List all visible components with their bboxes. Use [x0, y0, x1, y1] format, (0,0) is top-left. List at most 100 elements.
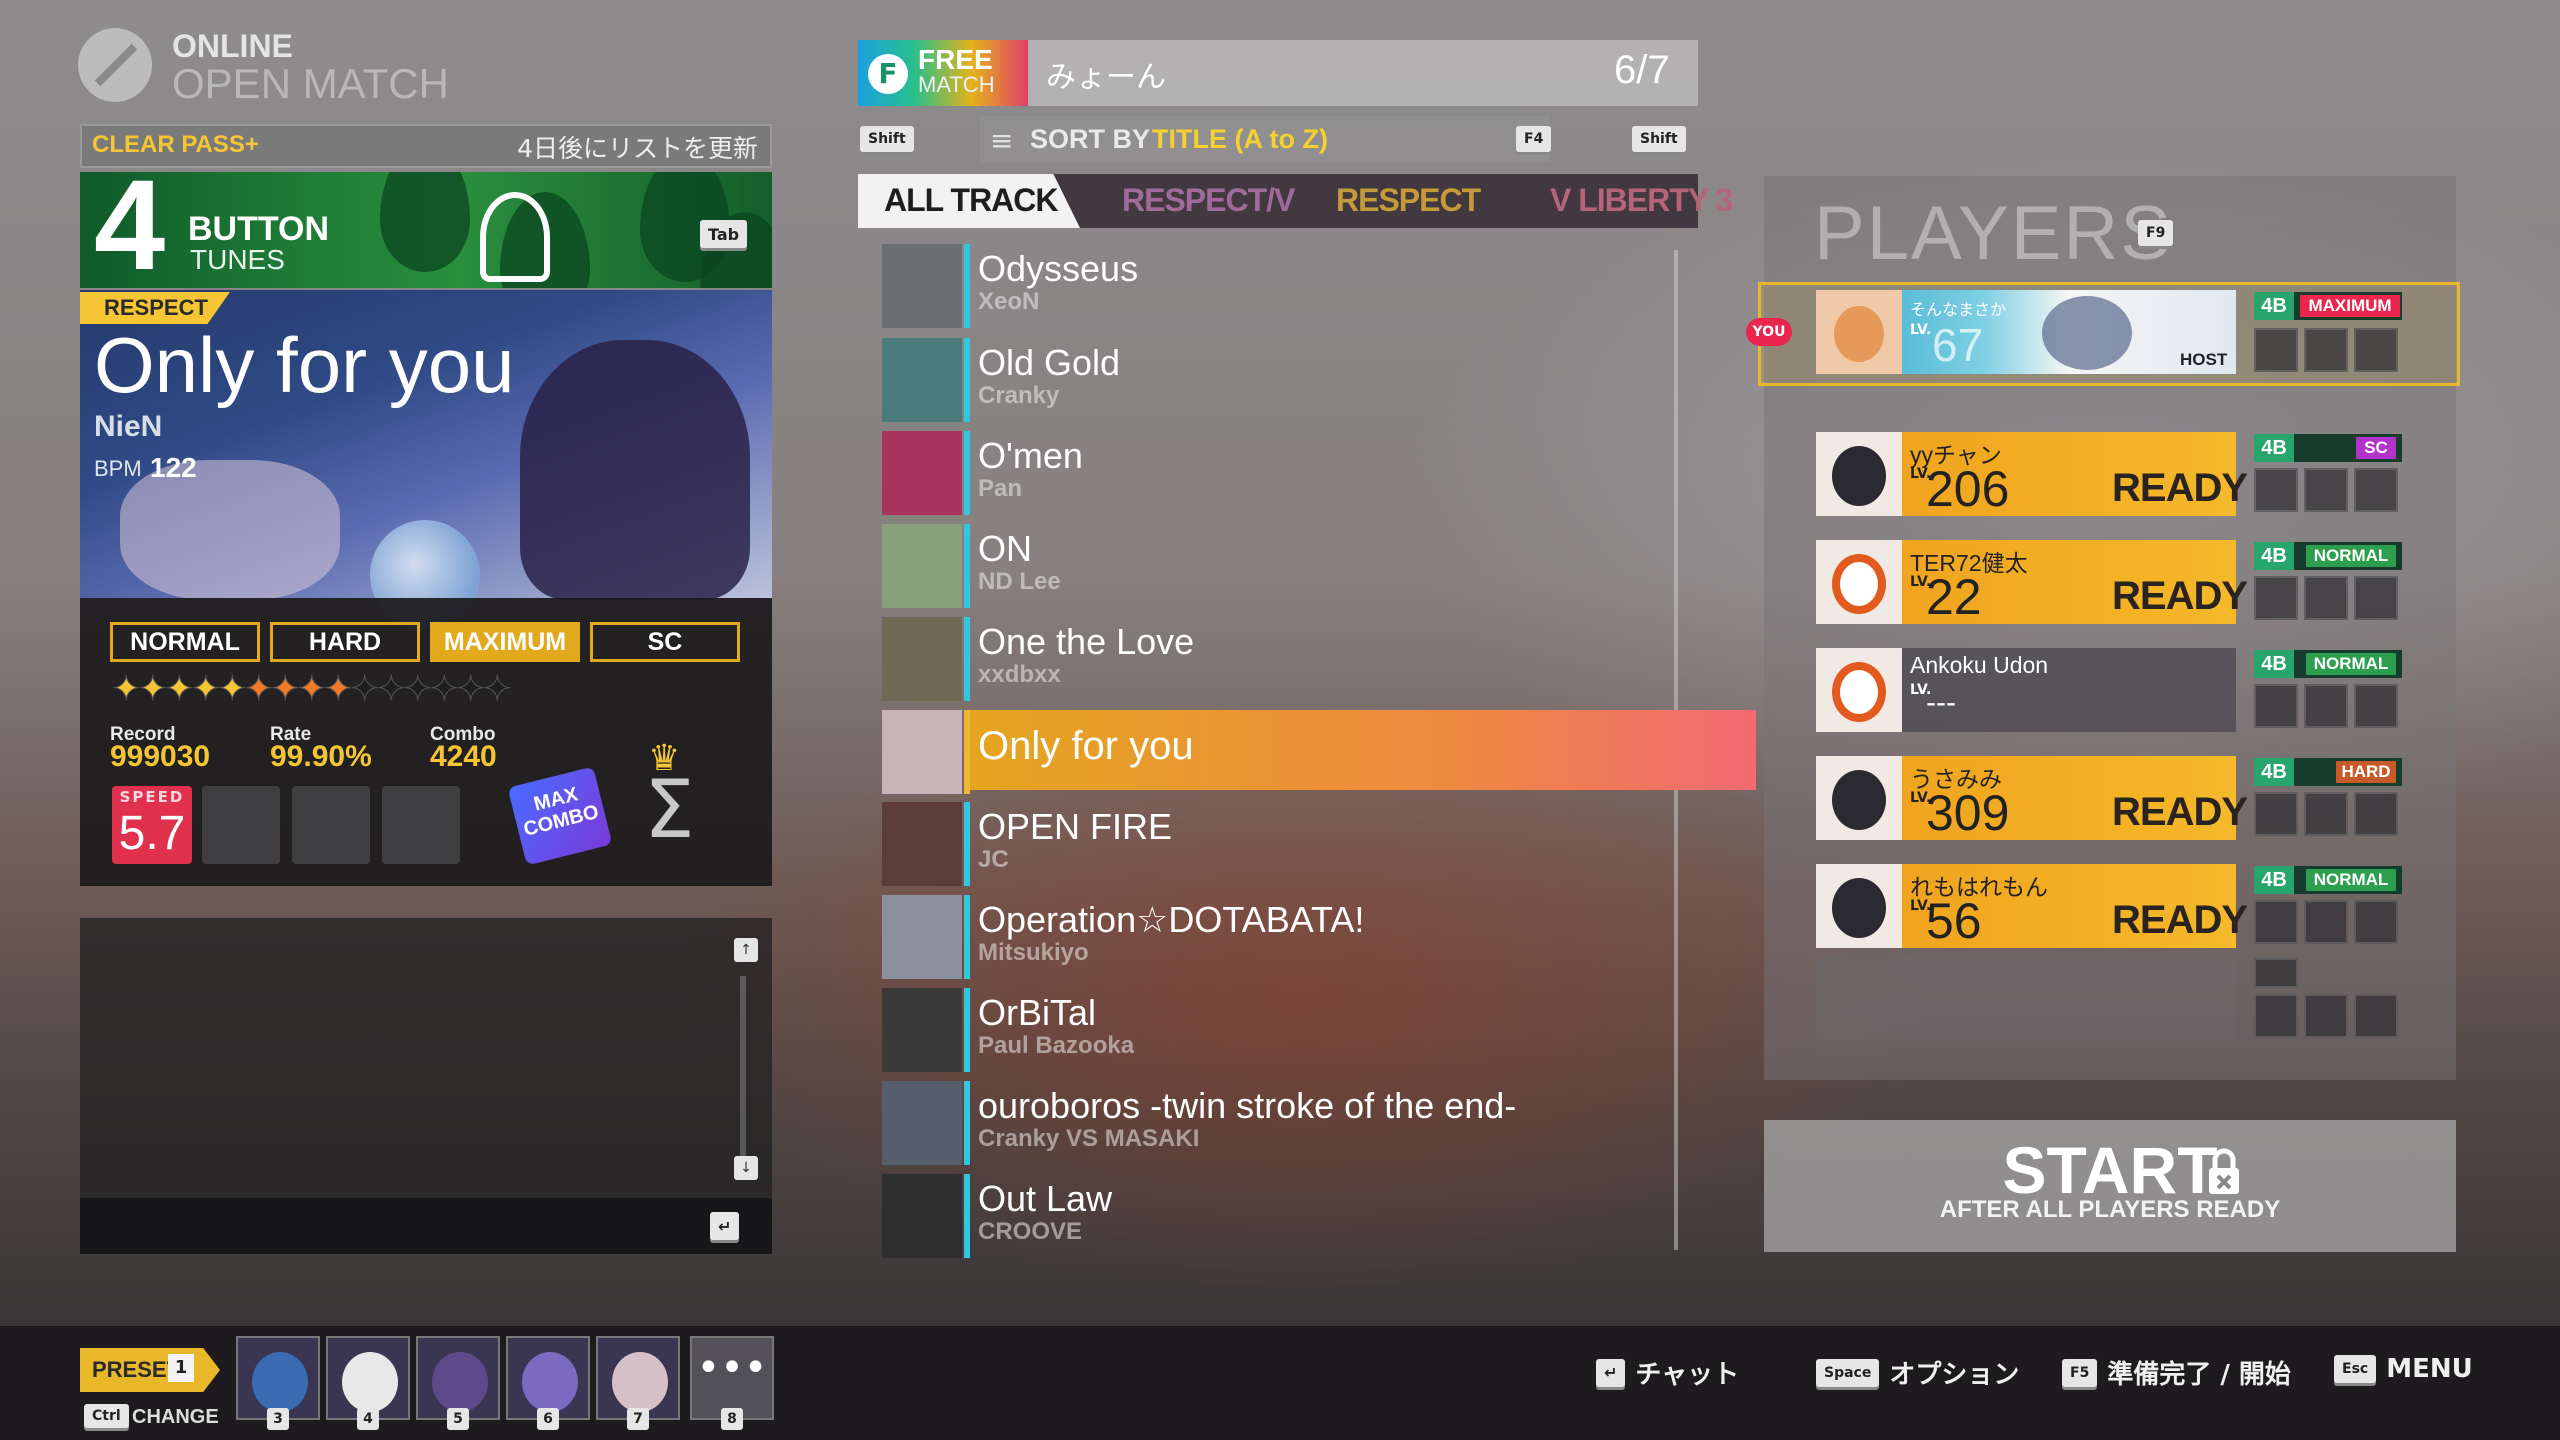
gear-slot[interactable]	[202, 786, 280, 864]
hint-menu-label: MENU	[2386, 1354, 2473, 1384]
gear-slot[interactable]	[292, 786, 370, 864]
player-gear-slot	[2254, 576, 2298, 620]
song-list-item[interactable]: Odysseus XeoN	[882, 244, 1672, 328]
player-row[interactable]: れもはれもん LV. 56 READY	[1816, 864, 2248, 948]
list-icon: ≡	[990, 124, 1014, 157]
player-gear-slot	[2304, 792, 2348, 836]
song-list-item[interactable]: ouroboros -twin stroke of the end- Cranky…	[882, 1081, 1672, 1165]
f9-key[interactable]: F9	[2138, 220, 2174, 246]
player-gear-slot	[2354, 468, 2398, 512]
song-list-item[interactable]: One the Love xxdbxx	[882, 617, 1672, 701]
preset-slot-number: 8	[721, 1408, 743, 1430]
song-accent-bar	[964, 617, 970, 701]
song-title: ouroboros -twin stroke of the end-	[978, 1085, 1517, 1126]
song-title: Odysseus	[978, 248, 1139, 289]
star-icon: ✦	[324, 669, 353, 709]
hint-chat-label: チャット	[1635, 1360, 1740, 1390]
empty-player-slot	[1816, 958, 2236, 1040]
player-gear-slot	[2254, 684, 2298, 728]
preset-number: 1	[168, 1354, 194, 1382]
chat-scrollbar[interactable]	[740, 976, 746, 1166]
song-title: Only for you	[978, 724, 1194, 768]
hint-menu[interactable]: Esc MENU	[2334, 1354, 2473, 1384]
player-difficulty: MAXIMUM	[2300, 295, 2400, 317]
mascot-icon	[480, 192, 550, 282]
song-title: OPEN FIRE	[978, 806, 1173, 847]
avatar	[1816, 648, 1902, 732]
selected-song-title: Only for you	[94, 321, 515, 409]
song-list-item[interactable]: ON ND Lee	[882, 524, 1672, 608]
preset-avatar-face	[522, 1352, 578, 1412]
song-list-item[interactable]: OPEN FIRE JC	[882, 802, 1672, 886]
game-logo	[78, 28, 152, 102]
star-icon: ✦	[218, 669, 247, 709]
hint-options[interactable]: Space オプション	[1816, 1354, 2019, 1391]
player-mode: 4B	[2254, 542, 2294, 570]
song-jacket-thumbnail	[882, 988, 962, 1072]
song-title: ON	[978, 528, 1032, 569]
song-list-item[interactable]: OrBiTal Paul Bazooka	[882, 988, 1672, 1072]
player-row[interactable]: TER72健太 LV. 22 READY	[1816, 540, 2248, 624]
song-list-item[interactable]: Old Gold Cranky	[882, 338, 1672, 422]
difficulty-normal[interactable]: NORMAL	[110, 622, 260, 662]
preset-avatar-face	[432, 1352, 488, 1412]
star-icon: ✦	[430, 669, 459, 709]
difficulty-hard[interactable]: HARD	[270, 622, 420, 662]
player-gear-slot	[2304, 328, 2348, 372]
player-difficulty: HARD	[2336, 761, 2396, 783]
chat-send-key[interactable]: ↵	[710, 1212, 740, 1240]
sort-value: TITLE (A to Z)	[1152, 124, 1328, 154]
hint-ready-start[interactable]: F5 準備完了 / 開始	[2062, 1354, 2291, 1391]
song-list-item[interactable]: Only for you	[882, 710, 1756, 794]
song-accent-bar	[964, 524, 970, 608]
song-accent-bar	[964, 710, 970, 794]
tab-respect[interactable]: RESPECT	[1336, 182, 1481, 219]
gear-slot[interactable]	[382, 786, 460, 864]
player-row[interactable]: うさみみ LV. 309 READY	[1816, 756, 2248, 840]
chat-input[interactable]	[80, 1198, 772, 1254]
host-badge: HOST	[2180, 350, 2228, 369]
shift-left-key[interactable]: Shift	[860, 126, 914, 152]
tab-key-hint[interactable]: Tab	[700, 220, 748, 248]
host-player-name: そんなまさか	[1910, 300, 2007, 319]
song-list-item[interactable]: Operation☆DOTABATA! Mitsukiyo	[882, 895, 1672, 979]
player-mode: 4B	[2254, 292, 2294, 320]
song-list-item[interactable]: Out Law CROOVE	[882, 1174, 1672, 1258]
tab-v-liberty-3[interactable]: V LIBERTY 3	[1550, 182, 1733, 219]
star-icon: ✦	[483, 669, 512, 709]
host-player-card[interactable]	[1816, 290, 2236, 374]
room-player-count: 6/7	[1614, 48, 1670, 92]
song-artist: Cranky VS MASAKI	[978, 1125, 1200, 1152]
ctrl-key[interactable]: Ctrl	[84, 1404, 129, 1428]
rank-emblem-icon: Σ	[644, 763, 695, 856]
tab-all-track-label: ALL TRACK	[884, 182, 1058, 218]
button-tunes-banner[interactable]	[80, 172, 772, 288]
rate-value: 99.90%	[270, 740, 372, 773]
f4-key[interactable]: F4	[1516, 126, 1552, 152]
chat-scroll-down-icon[interactable]: ↓	[734, 1156, 758, 1180]
sort-label: SORT BY	[1030, 124, 1151, 154]
song-artist: Paul Bazooka	[978, 1032, 1135, 1059]
song-list-item[interactable]: O'men Pan	[882, 431, 1672, 515]
tab-respect-v[interactable]: RESPECT/V	[1122, 182, 1295, 219]
difficulty-star-rating: ✦✦✦✦✦✦✦✦✦✦✦✦✦✦✦	[112, 669, 512, 709]
difficulty-sc[interactable]: SC	[590, 622, 740, 662]
player-row[interactable]: yyチャン LV. 206 READY	[1816, 432, 2248, 516]
difficulty-maximum[interactable]: MAXIMUM	[430, 622, 580, 662]
shift-right-key[interactable]: Shift	[1632, 126, 1686, 152]
chat-scroll-up-icon[interactable]: ↑	[734, 938, 758, 962]
player-gear-slot	[2254, 900, 2298, 944]
host-card-art	[2042, 296, 2132, 370]
players-title: PLAYERS	[1814, 191, 2173, 276]
star-icon: ✦	[297, 669, 326, 709]
hint-chat[interactable]: ↵ チャット	[1596, 1354, 1739, 1391]
song-accent-bar	[964, 802, 970, 886]
avatar-face	[1832, 554, 1886, 614]
player-mode: 4B	[2254, 434, 2294, 462]
star-icon: ✦	[165, 669, 194, 709]
player-row[interactable]: Ankoku Udon LV. ---	[1816, 648, 2236, 732]
preset-avatar-face	[612, 1352, 668, 1412]
hint-options-label: オプション	[1889, 1360, 2020, 1390]
star-icon: ✦	[350, 669, 379, 709]
player-gear-slot	[2254, 328, 2298, 372]
